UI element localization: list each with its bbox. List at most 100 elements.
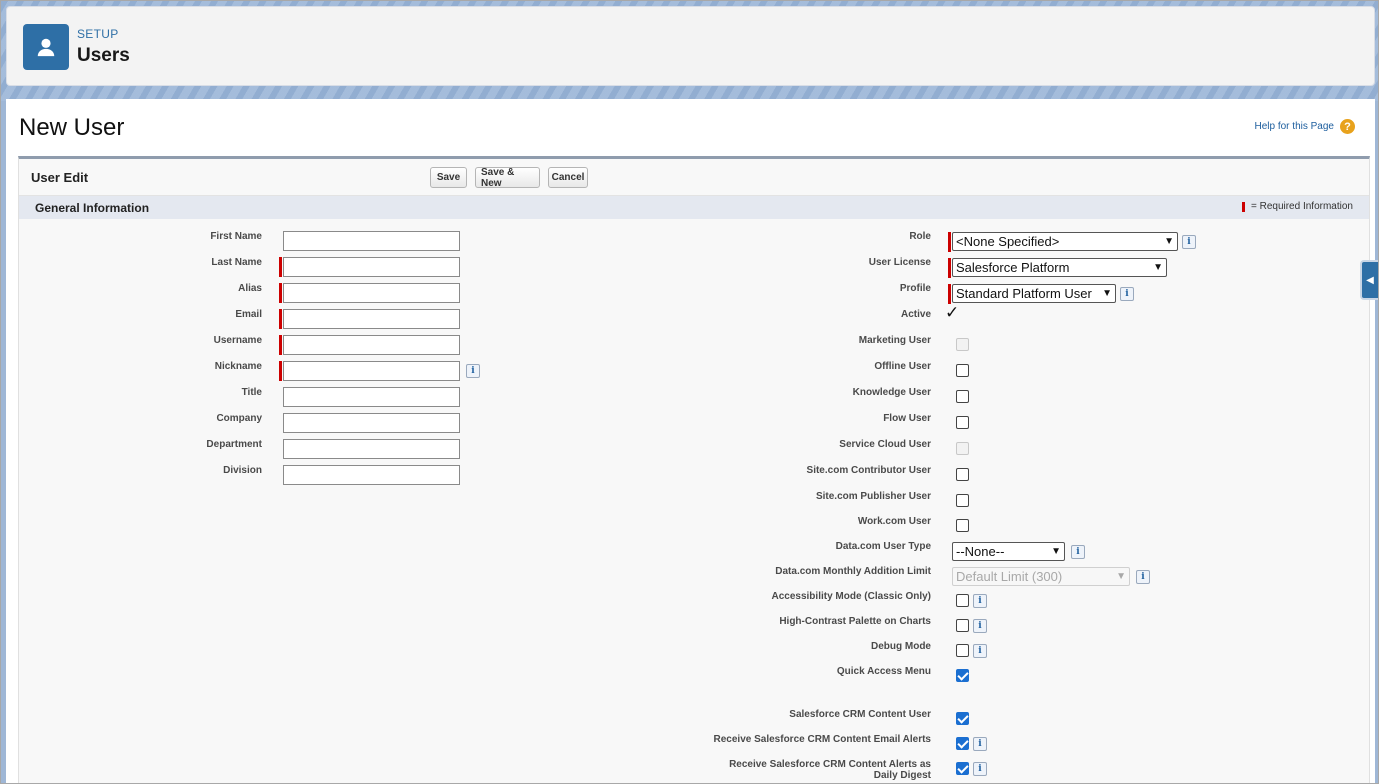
datacom-limit-select: Default Limit (300) ▼ (952, 567, 1130, 586)
page-title: New User (19, 114, 125, 141)
save-button[interactable]: Save (430, 167, 467, 188)
division-field[interactable] (283, 465, 460, 485)
block-title: User Edit (31, 170, 89, 185)
datacom-user-type-value: --None-- (956, 544, 1005, 559)
profile-info-icon[interactable]: i (1120, 287, 1134, 301)
last-name-field[interactable] (283, 257, 460, 277)
user-license-label: User License (868, 257, 931, 268)
chevron-down-icon: ▼ (1164, 236, 1174, 247)
role-info-icon[interactable]: i (1182, 235, 1196, 249)
quick-access-checkbox[interactable] (956, 669, 969, 682)
department-label: Department (206, 439, 262, 450)
service-cloud-user-checkbox (956, 442, 969, 455)
workcom-user-label: Work.com User (857, 516, 931, 527)
user-license-value: Salesforce Platform (956, 260, 1070, 275)
required-legend-label: = Required Information (1250, 201, 1353, 212)
site-publisher-label: Site.com Publisher User (815, 491, 931, 502)
high-contrast-info-icon[interactable]: i (973, 619, 987, 633)
company-field[interactable] (283, 413, 460, 433)
first-name-label: First Name (210, 231, 262, 242)
crm-content-user-checkbox[interactable] (956, 712, 969, 725)
role-label: Role (909, 231, 931, 242)
datacom-limit-label: Data.com Monthly Addition Limit (775, 566, 931, 577)
accessibility-mode-info-icon[interactable]: i (973, 594, 987, 608)
collapse-side-panel-tab[interactable]: ◀ (1360, 260, 1378, 300)
profile-label: Profile (899, 283, 931, 294)
high-contrast-label: High-Contrast Palette on Charts (779, 616, 931, 627)
quick-access-label: Quick Access Menu (836, 666, 931, 677)
role-select[interactable]: <None Specified> ▼ (952, 232, 1178, 251)
datacom-user-type-label: Data.com User Type (835, 541, 931, 552)
required-marker (279, 361, 282, 381)
block-header: User Edit Save Save & New Cancel (19, 159, 1369, 196)
knowledge-user-label: Knowledge User (852, 387, 931, 398)
crm-daily-digest-checkbox[interactable] (956, 762, 969, 775)
section-title: General Information (35, 201, 150, 215)
role-select-value: <None Specified> (956, 234, 1060, 249)
chevron-down-icon: ▼ (1153, 262, 1163, 273)
app-frame: SETUP Users New User Help for this Page … (0, 0, 1379, 784)
nickname-info-icon[interactable]: i (466, 364, 480, 378)
help-icon[interactable]: ? (1340, 119, 1355, 134)
datacom-user-type-info-icon[interactable]: i (1071, 545, 1085, 559)
service-cloud-user-label: Service Cloud User (839, 439, 931, 450)
accessibility-mode-label: Accessibility Mode (Classic Only) (771, 591, 932, 602)
high-contrast-checkbox[interactable] (956, 619, 969, 632)
datacom-user-type-select[interactable]: --None-- ▼ (952, 542, 1065, 561)
crm-email-alerts-label: Receive Salesforce CRM Content Email Ale… (713, 734, 931, 745)
required-marker-icon (1241, 201, 1245, 212)
title-field[interactable] (283, 387, 460, 407)
datacom-limit-info-icon[interactable]: i (1136, 570, 1150, 584)
help-link-label[interactable]: Help for this Page (1255, 121, 1335, 132)
required-marker (948, 258, 951, 278)
help-link[interactable]: Help for this Page ? (1255, 119, 1355, 134)
active-label: Active (900, 309, 931, 320)
flow-user-label: Flow User (883, 413, 931, 424)
last-name-label: Last Name (211, 257, 262, 268)
workcom-user-checkbox[interactable] (956, 519, 969, 532)
header-title: Users (77, 45, 130, 66)
user-license-select[interactable]: Salesforce Platform ▼ (952, 258, 1167, 277)
site-contributor-label: Site.com Contributor User (806, 465, 931, 476)
accessibility-mode-checkbox[interactable] (956, 594, 969, 607)
crm-content-user-label: Salesforce CRM Content User (789, 709, 931, 720)
chevron-down-icon: ▼ (1102, 288, 1112, 299)
required-marker (948, 284, 951, 304)
datacom-limit-value: Default Limit (300) (956, 569, 1063, 584)
required-marker (279, 283, 282, 303)
save-new-button[interactable]: Save & New (475, 167, 540, 189)
site-publisher-checkbox[interactable] (956, 494, 969, 507)
offline-user-checkbox[interactable] (956, 364, 969, 377)
required-marker (279, 335, 282, 355)
flow-user-checkbox[interactable] (956, 416, 969, 429)
email-label: Email (235, 309, 262, 320)
alias-label: Alias (238, 283, 262, 294)
active-checkmark-icon[interactable]: ✓ (945, 303, 959, 323)
breadcrumb[interactable]: SETUP (77, 27, 119, 41)
crm-email-alerts-info-icon[interactable]: i (973, 737, 987, 751)
cancel-button[interactable]: Cancel (548, 167, 588, 188)
crm-email-alerts-checkbox[interactable] (956, 737, 969, 750)
debug-mode-checkbox[interactable] (956, 644, 969, 657)
username-field[interactable] (283, 335, 460, 355)
crm-daily-digest-label-line2: Daily Digest (873, 770, 931, 781)
nickname-label: Nickname (214, 361, 262, 372)
username-label: Username (213, 335, 262, 346)
department-field[interactable] (283, 439, 460, 459)
knowledge-user-checkbox[interactable] (956, 390, 969, 403)
division-label: Division (223, 465, 262, 476)
alias-field[interactable] (283, 283, 460, 303)
title-label: Title (241, 387, 262, 398)
main-panel: New User Help for this Page ? User Edit … (6, 99, 1375, 783)
required-marker (279, 309, 282, 329)
site-contributor-checkbox[interactable] (956, 468, 969, 481)
first-name-field[interactable] (283, 231, 460, 251)
crm-daily-digest-info-icon[interactable]: i (973, 762, 987, 776)
nickname-field[interactable] (283, 361, 460, 381)
profile-select[interactable]: Standard Platform User ▼ (952, 284, 1116, 303)
profile-value: Standard Platform User (956, 286, 1092, 301)
offline-user-label: Offline User (874, 361, 931, 372)
setup-header: SETUP Users (6, 6, 1375, 86)
debug-mode-info-icon[interactable]: i (973, 644, 987, 658)
email-field[interactable] (283, 309, 460, 329)
